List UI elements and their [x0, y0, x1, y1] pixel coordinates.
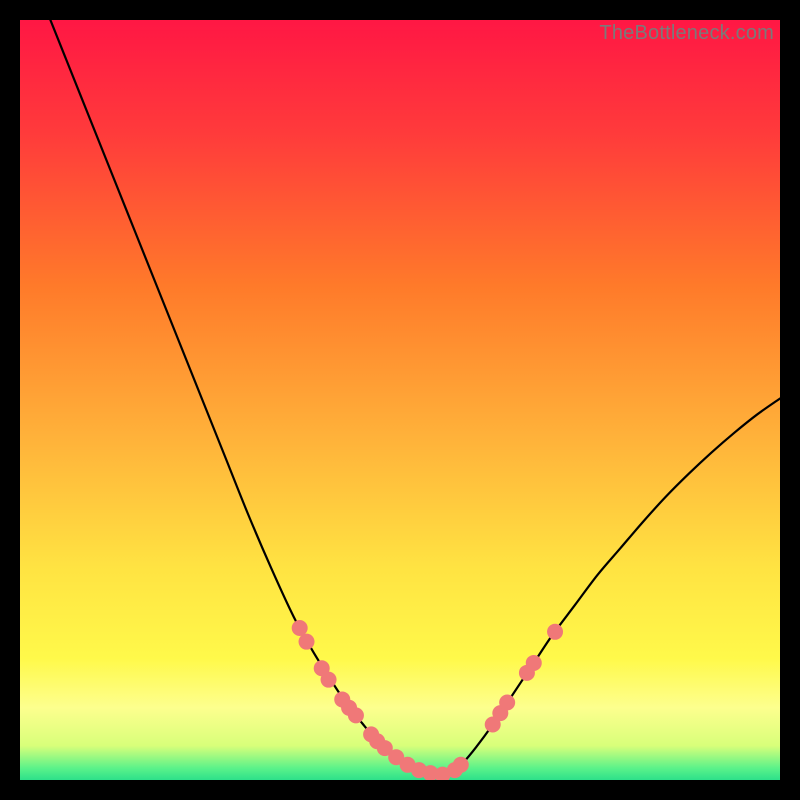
dot-marker: [547, 624, 563, 640]
dot-marker: [453, 757, 469, 773]
dot-marker: [526, 655, 542, 671]
chart-background: [20, 20, 780, 780]
dot-marker: [292, 620, 308, 636]
dot-marker: [321, 672, 337, 688]
dot-marker: [348, 707, 364, 723]
dot-marker: [499, 694, 515, 710]
chart-frame: TheBottleneck.com: [20, 20, 780, 780]
watermark-text: TheBottleneck.com: [599, 22, 774, 45]
dot-marker: [299, 634, 315, 650]
chart-plot-area: [20, 20, 780, 780]
chart-svg: [20, 20, 780, 780]
